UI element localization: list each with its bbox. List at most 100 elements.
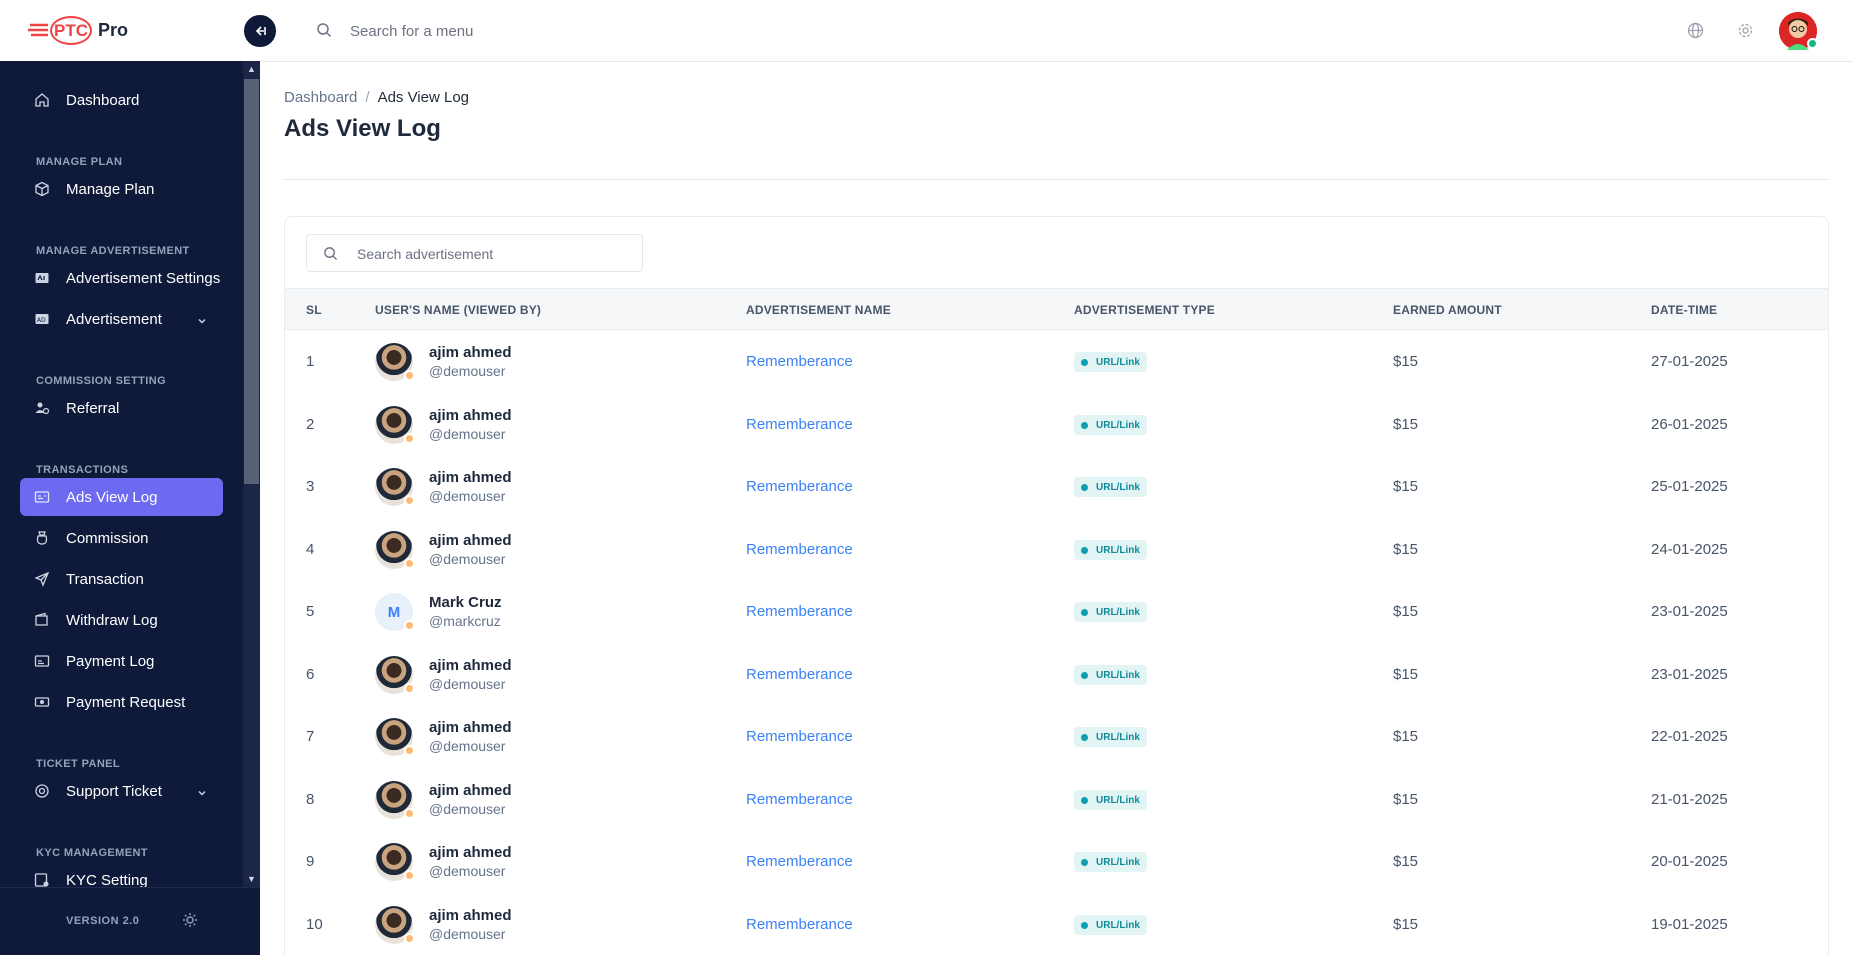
advertisement-name-link[interactable]: Rememberance xyxy=(746,541,853,558)
status-dot xyxy=(404,620,415,631)
badge-dot xyxy=(1081,921,1088,929)
earned-amount: $15 xyxy=(1393,541,1419,558)
date-time: 21-01-2025 xyxy=(1651,791,1728,808)
settings-gear-icon[interactable] xyxy=(1737,22,1754,39)
date-time: 22-01-2025 xyxy=(1651,728,1728,745)
status-dot xyxy=(404,433,415,444)
sidebar-item-advertisement-settings[interactable]: Advertisement Settings xyxy=(20,259,223,297)
status-dot xyxy=(404,870,415,881)
status-dot xyxy=(404,933,415,944)
search-icon xyxy=(317,23,332,38)
scroll-down-arrow[interactable]: ▼ xyxy=(243,871,260,887)
sidebar-item-payment-request[interactable]: Payment Request xyxy=(20,683,223,721)
sidebar-item-commission[interactable]: Commission xyxy=(20,519,223,557)
sidebar-item-transaction[interactable]: Transaction xyxy=(20,560,223,598)
scroll-up-arrow[interactable]: ▲ xyxy=(243,61,260,77)
sidebar-item-support-ticket[interactable]: Support Ticket xyxy=(20,772,223,810)
earned-amount: $15 xyxy=(1393,416,1419,433)
page-title: Ads View Log xyxy=(284,115,441,142)
badge-dot xyxy=(1081,796,1088,804)
sidebar-item-advertisement[interactable]: AD Advertisement xyxy=(20,300,223,338)
ads-log-icon xyxy=(34,489,50,505)
advertisement-name-link[interactable]: Rememberance xyxy=(746,478,853,495)
sidebar-item-payment-log[interactable]: Payment Log xyxy=(20,642,223,680)
user-avatar[interactable] xyxy=(1779,12,1818,50)
chevron-down-icon xyxy=(197,785,207,802)
sidebar-item-manage-plan[interactable]: Manage Plan xyxy=(20,170,223,208)
user-photo-avatar xyxy=(375,531,415,569)
payment-icon xyxy=(34,653,50,669)
badge-dot xyxy=(1081,671,1088,679)
sidebar: PTC Pro Dashboard MANAGE PLAN Manage Plan M… xyxy=(0,0,260,955)
menu-search-input[interactable] xyxy=(350,18,750,44)
sidebar-item-withdraw-log[interactable]: Withdraw Log xyxy=(20,601,223,639)
advertisement-name-link[interactable]: Rememberance xyxy=(746,416,853,433)
breadcrumb-dashboard-link[interactable]: Dashboard xyxy=(284,89,357,106)
brand-logo[interactable]: PTC Pro xyxy=(0,0,260,61)
user-name: ajim ahmed xyxy=(429,469,512,486)
nav-section-manage-plan: MANAGE PLAN xyxy=(36,156,123,168)
advertisement-name-link[interactable]: Rememberance xyxy=(746,853,853,870)
advertisement-name-link[interactable]: Rememberance xyxy=(746,791,853,808)
status-dot xyxy=(404,558,415,569)
advertisement-name-link[interactable]: Rememberance xyxy=(746,916,853,933)
collapse-sidebar-button[interactable] xyxy=(241,12,279,50)
earned-amount: $15 xyxy=(1393,791,1419,808)
user-photo-avatar xyxy=(375,343,415,381)
date-time: 26-01-2025 xyxy=(1651,416,1728,433)
column-header-earned: EARNED AMOUNT xyxy=(1393,303,1502,317)
table-row: 3 ajim ahmed @demouser Rememberance URL/Link… xyxy=(285,455,1828,517)
user-cell: ajim ahmed @demouser xyxy=(375,781,512,819)
table-header: SL USER'S NAME (VIEWED BY) ADVERTISEMENT… xyxy=(285,288,1828,330)
sidebar-item-label: Manage Plan xyxy=(66,180,155,198)
earned-amount: $15 xyxy=(1393,603,1419,620)
home-icon xyxy=(34,92,50,108)
nav-section-transactions: TRANSACTIONS xyxy=(36,464,129,476)
ad-type-label: URL/Link xyxy=(1096,856,1140,868)
user-handle: @demouser xyxy=(429,926,506,942)
user-name: ajim ahmed xyxy=(429,719,512,736)
advertisement-name-link[interactable]: Rememberance xyxy=(746,728,853,745)
sidebar-item-ads-view-log[interactable]: Ads View Log xyxy=(20,478,223,516)
badge-dot xyxy=(1081,483,1088,491)
scrollbar-thumb[interactable] xyxy=(244,79,259,484)
table-row: 5 M Mark Cruz @markcruz Rememberance URL/Link… xyxy=(285,580,1828,642)
logo-mark: PTC xyxy=(50,16,92,45)
theme-toggle-icon[interactable] xyxy=(182,912,198,928)
svg-text:AD: AD xyxy=(37,317,46,324)
ad-type-label: URL/Link xyxy=(1096,544,1140,556)
sidebar-item-kyc-setting[interactable]: KYC Setting xyxy=(20,861,223,887)
row-sl: 5 xyxy=(306,603,315,620)
sidebar-item-dashboard[interactable]: Dashboard xyxy=(20,81,223,119)
sidebar-scrollbar[interactable]: ▲ ▼ xyxy=(243,61,260,887)
earned-amount: $15 xyxy=(1393,666,1419,683)
user-cell: ajim ahmed @demouser xyxy=(375,406,512,444)
user-cell: ajim ahmed @demouser xyxy=(375,656,512,694)
logo-suffix: Pro xyxy=(98,20,129,40)
user-photo-avatar xyxy=(375,656,415,694)
advertisement-name-link[interactable]: Rememberance xyxy=(746,603,853,620)
breadcrumb: Dashboard / Ads View Log xyxy=(284,89,469,106)
sidebar-item-label: Ads View Log xyxy=(66,488,158,506)
badge-dot xyxy=(1081,421,1088,429)
date-time: 25-01-2025 xyxy=(1651,478,1728,495)
sidebar-item-label: Support Ticket xyxy=(66,782,162,800)
sidebar-item-referral[interactable]: Referral xyxy=(20,389,223,427)
user-handle: @demouser xyxy=(429,863,506,879)
sidebar-item-label: Advertisement xyxy=(66,310,162,328)
table-row: 8 ajim ahmed @demouser Rememberance URL/Link… xyxy=(285,768,1828,830)
ads-log-table-card: SL USER'S NAME (VIEWED BY) ADVERTISEMENT… xyxy=(284,216,1829,955)
user-handle: @demouser xyxy=(429,426,506,442)
language-globe-icon[interactable] xyxy=(1687,22,1704,39)
advertisement-search-input[interactable] xyxy=(357,244,627,264)
user-photo-avatar xyxy=(375,468,415,506)
advertisement-name-link[interactable]: Rememberance xyxy=(746,666,853,683)
sidebar-item-label: Payment Log xyxy=(66,652,155,670)
user-photo-avatar xyxy=(375,406,415,444)
advertisement-name-link[interactable]: Rememberance xyxy=(746,353,853,370)
ad-type-badge: URL/Link xyxy=(1074,915,1147,935)
version-label: VERSION 2.0 xyxy=(66,915,140,927)
table-row: 6 ajim ahmed @demouser Rememberance URL/Link… xyxy=(285,643,1828,705)
online-status-dot xyxy=(1807,38,1818,49)
user-handle: @demouser xyxy=(429,488,506,504)
